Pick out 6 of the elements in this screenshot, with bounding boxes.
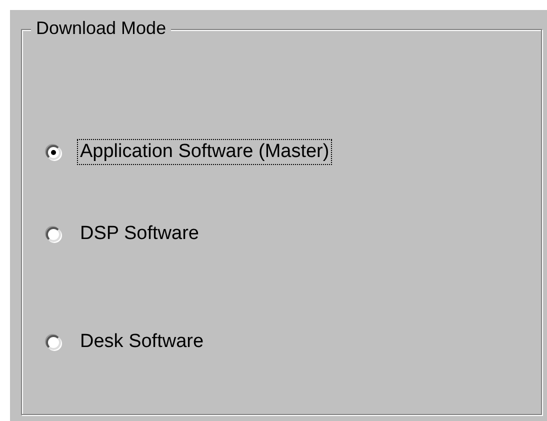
radio-label[interactable]: Application Software (Master) xyxy=(77,139,332,165)
radio-button[interactable] xyxy=(46,226,61,242)
radio-button[interactable] xyxy=(46,144,61,160)
radio-button[interactable] xyxy=(46,334,61,350)
radio-label[interactable]: Desk Software xyxy=(77,329,207,355)
radio-label[interactable]: DSP Software xyxy=(77,221,202,247)
